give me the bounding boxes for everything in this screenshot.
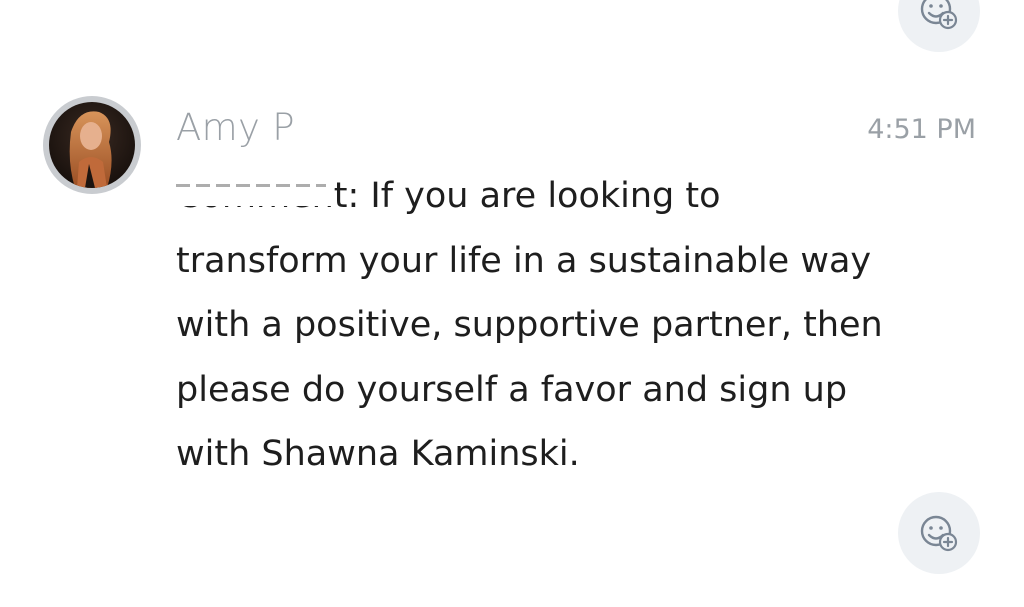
message-line-3: with a positive, supportive partner, the… [176,305,883,345]
message-body: Comment: If you are looking to transform… [176,164,986,487]
add-reaction-icon [920,515,958,552]
avatar-photo [49,102,135,188]
add-reaction-button[interactable] [898,492,980,574]
conversation-view: Amy P 4:51 PM Comment: If you are lookin… [0,0,1024,607]
avatar[interactable] [43,96,141,194]
message-line-5: with Shawna Kaminski. [176,434,580,474]
message-item: Amy P 4:51 PM Comment: If you are lookin… [0,92,1024,482]
redacted-text-overlay [176,170,334,206]
message-line-4: please do yourself a favor and sign up [176,369,848,410]
message-line-2: transform your life in a sustainable way [176,240,872,281]
add-reaction-button-previous[interactable] [898,0,980,52]
message-timestamp: 4:51 PM [867,114,976,145]
add-reaction-icon [920,0,958,30]
author-name[interactable]: Amy P [176,104,295,152]
